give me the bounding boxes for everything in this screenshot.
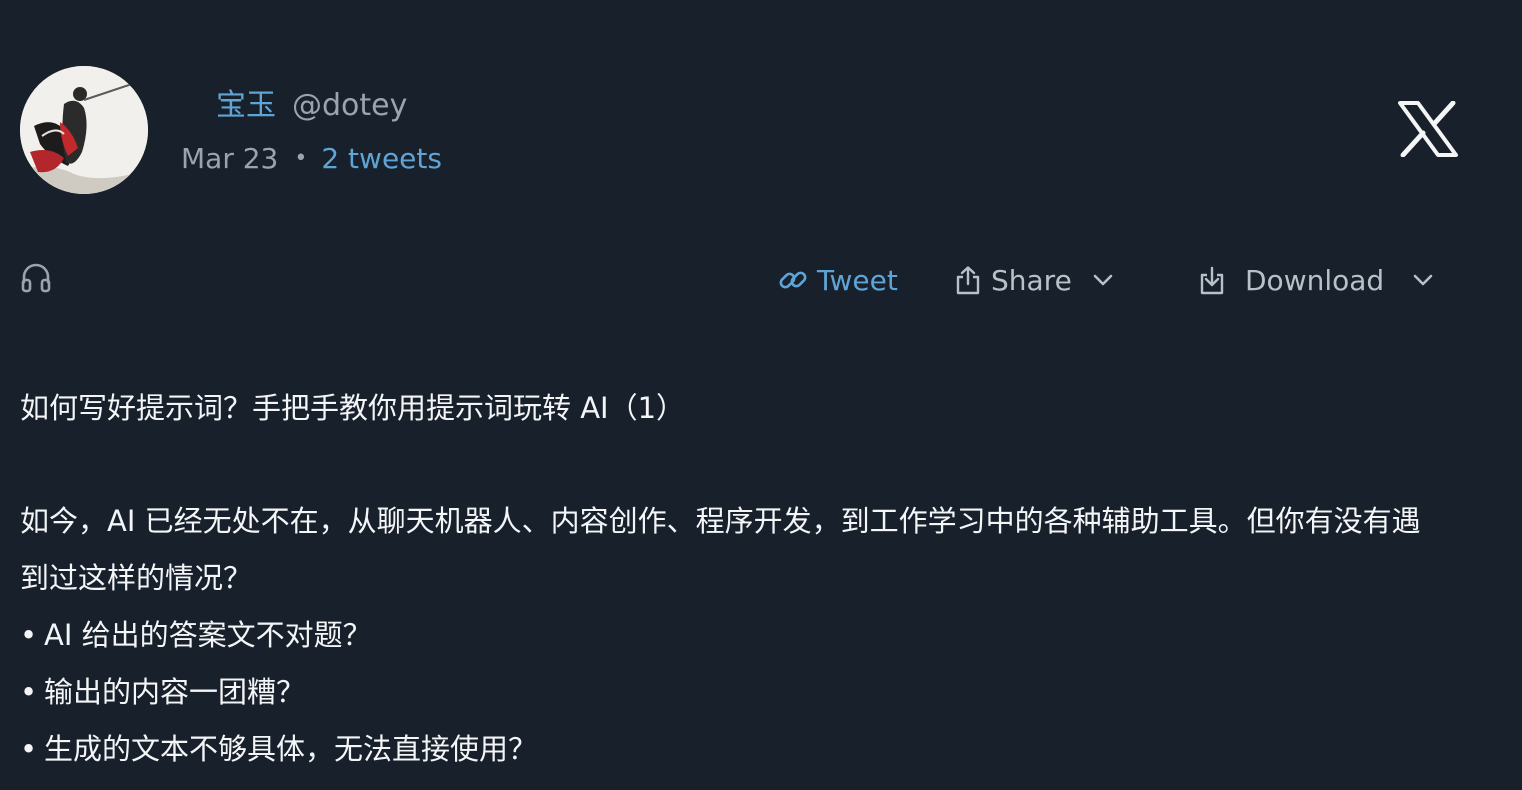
post-content: 如何写好提示词？手把手教你用提示词玩转 AI（1） 如今，AI 已经无处不在，从… [20,384,1460,778]
share-button[interactable]: Share [955,258,1114,302]
link-icon [779,271,807,289]
download-button[interactable]: Download [1199,258,1434,302]
download-icon [1200,266,1224,295]
author-display-name[interactable]: 宝玉 [216,88,276,123]
avatar-image [20,66,148,194]
tweet-label: Tweet [817,263,898,297]
author-line: 宝玉 @dotey [216,84,407,128]
chevron-down-icon[interactable] [1092,273,1114,287]
download-label: Download [1245,263,1385,297]
post-title: 如何写好提示词？手把手教你用提示词玩转 AI（1） [20,391,686,425]
avatar[interactable] [20,66,148,194]
list-item: 输出的内容一团糟？ [20,664,1460,721]
post-bullet-list: AI 给出的答案文不对题？ 输出的内容一团糟？ 生成的文本不够具体，无法直接使用… [20,607,1460,778]
post-intro: 如今，AI 已经无处不在，从聊天机器人、内容创作、程序开发，到工作学习中的各种辅… [20,504,1421,595]
share-icon [956,266,980,295]
post-date[interactable]: Mar 23 [181,142,278,175]
x-logo-icon[interactable] [1398,101,1458,157]
meta-separator: • [294,146,308,171]
list-item: AI 给出的答案文不对题？ [20,607,1460,664]
author-handle[interactable]: @dotey [292,88,407,123]
chevron-down-icon[interactable] [1412,273,1434,287]
tweet-count[interactable]: 2 tweets [321,142,442,175]
post-meta: Mar 23 • 2 tweets [181,138,442,183]
list-item: 生成的文本不够具体，无法直接使用？ [20,721,1460,778]
headphones-icon[interactable] [20,262,52,294]
tweet-link-button[interactable]: Tweet [777,258,898,302]
share-label: Share [991,263,1072,297]
